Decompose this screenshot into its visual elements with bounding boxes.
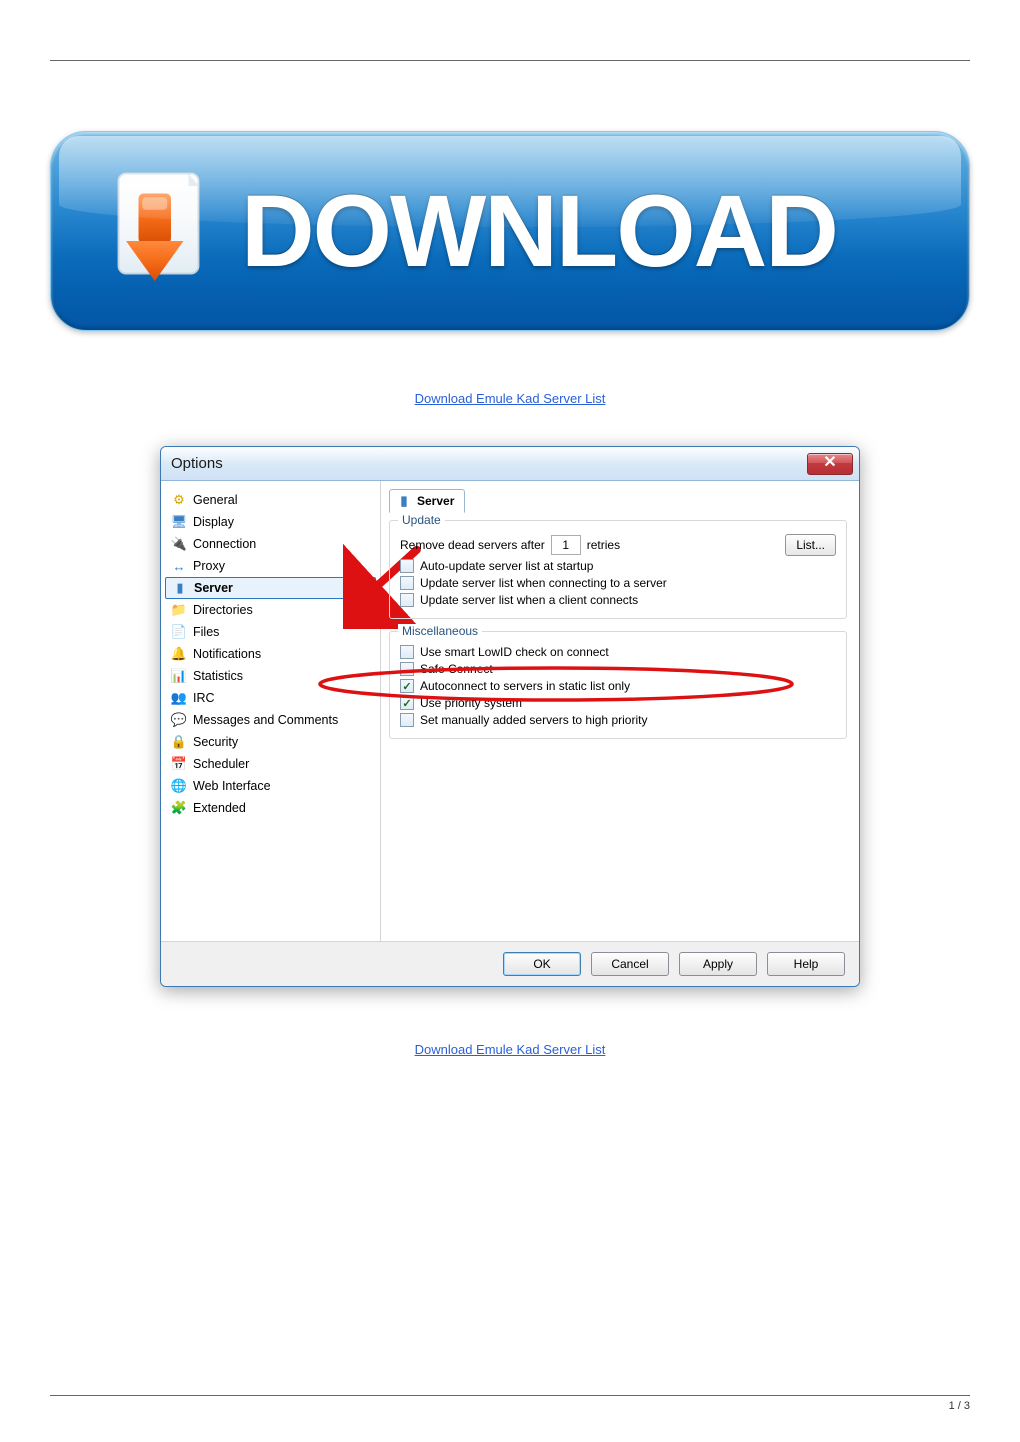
label-safe_connect: Safe Connect: [420, 662, 493, 676]
label-autoconnect: Autoconnect to servers in static list on…: [420, 679, 630, 693]
sidebar-item-security[interactable]: 🔒 Security: [165, 731, 380, 753]
misc-row-safe_connect: Safe Connect: [400, 662, 836, 676]
checkbox-update_server[interactable]: [400, 576, 414, 590]
sidebar-item-label: Connection: [193, 537, 256, 551]
sidebar-item-label: Extended: [193, 801, 246, 815]
sidebar-item-label: Notifications: [193, 647, 261, 661]
list-button[interactable]: List...: [785, 534, 836, 556]
statistics-icon: 📊: [171, 668, 187, 684]
misc-legend: Miscellaneous: [398, 624, 482, 638]
dialog-title: Options: [171, 455, 807, 472]
checkbox-manual_high[interactable]: [400, 713, 414, 727]
sidebar-item-label: Directories: [193, 603, 253, 617]
update-row-auto_update: Auto-update server list at startup: [400, 559, 836, 573]
web-icon: 🌐: [171, 778, 187, 794]
sidebar-item-label: Scheduler: [193, 757, 249, 771]
button-bar: OK Cancel Apply Help: [161, 941, 859, 986]
checkbox-smart_lowid[interactable]: [400, 645, 414, 659]
misc-row-priority_sys: Use priority system: [400, 696, 836, 710]
misc-row-smart_lowid: Use smart LowID check on connect: [400, 645, 836, 659]
sidebar-item-statistics[interactable]: 📊 Statistics: [165, 665, 380, 687]
messages-icon: 💬: [171, 712, 187, 728]
tab-server[interactable]: ▮ Server: [389, 489, 465, 513]
sidebar-item-server[interactable]: ▮ Server: [165, 577, 376, 599]
notifications-icon: 🔔: [171, 646, 187, 662]
misc-row-autoconnect: Autoconnect to servers in static list on…: [400, 679, 836, 693]
label-auto_update: Auto-update server list at startup: [420, 559, 593, 573]
download-banner-text: DOWNLOAD: [241, 173, 837, 290]
retries-suffix: retries: [587, 538, 620, 552]
display-icon: 🖥: [171, 514, 187, 530]
download-link-bottom[interactable]: Download Emule Kad Server List: [415, 1042, 606, 1057]
misc-group: Miscellaneous Use smart LowID check on c…: [389, 631, 847, 739]
files-icon: 📄: [171, 624, 187, 640]
sidebar-item-irc[interactable]: 👥 IRC: [165, 687, 380, 709]
update-group: Update Remove dead servers after retries…: [389, 520, 847, 619]
close-button[interactable]: ✕: [807, 453, 853, 475]
sidebar-item-messages[interactable]: 💬 Messages and Comments: [165, 709, 380, 731]
label-update_server: Update server list when connecting to a …: [420, 576, 667, 590]
cancel-button[interactable]: Cancel: [591, 952, 669, 976]
remove-dead-label: Remove dead servers after: [400, 538, 545, 552]
label-update_client: Update server list when a client connect…: [420, 593, 638, 607]
sidebar-item-notifications[interactable]: 🔔 Notifications: [165, 643, 380, 665]
sidebar-item-directories[interactable]: 📁 Directories: [165, 599, 380, 621]
checkbox-update_client[interactable]: [400, 593, 414, 607]
sidebar-item-label: Files: [193, 625, 219, 639]
server-icon: ▮: [396, 493, 412, 509]
sidebar-item-extended[interactable]: 🧩 Extended: [165, 797, 380, 819]
general-icon: ⚙: [171, 492, 187, 508]
sidebar-item-general[interactable]: ⚙ General: [165, 489, 380, 511]
proxy-icon: ↔: [171, 558, 187, 574]
sidebar-item-label: Statistics: [193, 669, 243, 683]
ok-button[interactable]: OK: [503, 952, 581, 976]
page-footer: 1 / 3: [50, 1395, 970, 1412]
download-icon: [71, 146, 241, 316]
sidebar-item-display[interactable]: 🖥 Display: [165, 511, 380, 533]
sidebar-item-label: Proxy: [193, 559, 225, 573]
directories-icon: 📁: [171, 602, 187, 618]
sidebar-item-label: General: [193, 493, 237, 507]
checkbox-autoconnect[interactable]: [400, 679, 414, 693]
help-button[interactable]: Help: [767, 952, 845, 976]
sidebar-item-files[interactable]: 📄 Files: [165, 621, 380, 643]
download-link-top[interactable]: Download Emule Kad Server List: [415, 391, 606, 406]
server-panel: ▮ Server Update Remove dead servers afte…: [381, 481, 859, 941]
misc-row-manual_high: Set manually added servers to high prior…: [400, 713, 836, 727]
sidebar-item-label: Messages and Comments: [193, 713, 338, 727]
sidebar-item-label: Security: [193, 735, 238, 749]
top-rule: [50, 60, 970, 61]
page-number: 1 / 3: [949, 1400, 970, 1412]
checkbox-auto_update[interactable]: [400, 559, 414, 573]
sidebar-item-label: Server: [194, 581, 233, 595]
server-icon: ▮: [172, 580, 188, 596]
sidebar-item-label: Web Interface: [193, 779, 271, 793]
extended-icon: 🧩: [171, 800, 187, 816]
sidebar-item-proxy[interactable]: ↔ Proxy: [165, 555, 380, 577]
sidebar-item-web[interactable]: 🌐 Web Interface: [165, 775, 380, 797]
options-dialog: Options ✕ ⚙ General 🖥 Display 🔌 Connection ↔ Pr…: [160, 446, 860, 987]
label-smart_lowid: Use smart LowID check on connect: [420, 645, 609, 659]
checkbox-safe_connect[interactable]: [400, 662, 414, 676]
label-priority_sys: Use priority system: [420, 696, 522, 710]
retries-input[interactable]: [551, 535, 581, 555]
connection-icon: 🔌: [171, 536, 187, 552]
titlebar: Options ✕: [161, 447, 859, 481]
sidebar-item-scheduler[interactable]: 📅 Scheduler: [165, 753, 380, 775]
sidebar-item-label: IRC: [193, 691, 215, 705]
label-manual_high: Set manually added servers to high prior…: [420, 713, 647, 727]
update-legend: Update: [398, 513, 445, 527]
sidebar-item-label: Display: [193, 515, 234, 529]
update-row-update_server: Update server list when connecting to a …: [400, 576, 836, 590]
checkbox-priority_sys[interactable]: [400, 696, 414, 710]
download-banner[interactable]: DOWNLOAD: [50, 131, 970, 331]
update-row-update_client: Update server list when a client connect…: [400, 593, 836, 607]
tab-label: Server: [417, 494, 454, 508]
sidebar-item-connection[interactable]: 🔌 Connection: [165, 533, 380, 555]
sidebar: ⚙ General 🖥 Display 🔌 Connection ↔ Proxy ▮ Server…: [161, 481, 381, 941]
irc-icon: 👥: [171, 690, 187, 706]
scheduler-icon: 📅: [171, 756, 187, 772]
security-icon: 🔒: [171, 734, 187, 750]
apply-button[interactable]: Apply: [679, 952, 757, 976]
